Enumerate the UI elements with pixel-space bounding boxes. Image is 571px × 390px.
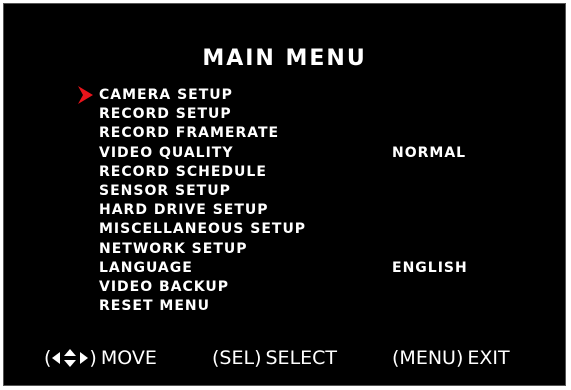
menu-item-label: RECORD FRAMERATE	[99, 125, 280, 142]
selection-cursor-icon	[78, 86, 93, 104]
menu-item-label: MISCELLANEOUS SETUP	[99, 221, 307, 238]
menu-item-video-quality[interactable]: VIDEO QUALITY NORMAL	[99, 144, 465, 163]
move-hint: ( ) MOVE	[44, 347, 157, 369]
menu-item-label: RECORD SETUP	[99, 106, 232, 123]
select-hint: (SEL) SELECT	[212, 347, 338, 369]
menu-item-label: NETWORK SETUP	[99, 240, 248, 257]
menu-item-record-setup[interactable]: RECORD SETUP	[99, 105, 306, 124]
page-title: MAIN MENU	[202, 46, 367, 71]
menu-item-camera-setup[interactable]: CAMERA SETUP	[99, 86, 306, 105]
language-value: ENGLISH	[392, 259, 468, 276]
menu-item-network-setup[interactable]: NETWORK SETUP	[99, 240, 306, 259]
menu-item-label: LANGUAGE	[99, 259, 193, 276]
key-hints-bar: ( ) MOVE (SEL) SELECT (MENU) EXIT	[4, 346, 565, 370]
video-quality-value: NORMAL	[392, 144, 467, 161]
exit-label: EXIT	[467, 347, 510, 369]
direction-arrows-icon	[52, 349, 89, 367]
menu-item-record-framerate[interactable]: RECORD FRAMERATE	[99, 124, 306, 143]
menu-item-label: VIDEO QUALITY	[99, 144, 234, 161]
menu-item-hard-drive-setup[interactable]: HARD DRIVE SETUP	[99, 201, 306, 220]
sel-key-label: SEL	[219, 347, 255, 369]
menu-item-miscellaneous-setup[interactable]: MISCELLANEOUS SETUP	[99, 220, 306, 239]
menu-item-sensor-setup[interactable]: SENSOR SETUP	[99, 182, 306, 201]
menu-item-label: VIDEO BACKUP	[99, 278, 230, 295]
menu-item-label: RECORD SCHEDULE	[99, 163, 267, 180]
menu-item-label: HARD DRIVE SETUP	[99, 202, 269, 219]
menu-item-language[interactable]: LANGUAGE ENGLISH	[99, 259, 467, 278]
move-label: MOVE	[100, 347, 157, 369]
menu-item-label: RESET MENU	[99, 298, 210, 315]
menu-item-label: SENSOR SETUP	[99, 182, 231, 199]
select-label: SELECT	[265, 347, 338, 369]
menu-item-label: CAMERA SETUP	[99, 87, 233, 103]
osd-screen: MAIN MENU CAMERA SETUP RECORD SETUP RECO…	[3, 3, 566, 386]
menu-item-reset-menu[interactable]: RESET MENU	[99, 297, 306, 316]
main-menu-list: CAMERA SETUP RECORD SETUP RECORD FRAMERA…	[99, 86, 467, 316]
menu-item-video-backup[interactable]: VIDEO BACKUP	[99, 278, 306, 297]
menu-key-label: MENU	[399, 347, 456, 369]
exit-hint: (MENU) EXIT	[392, 347, 510, 369]
menu-item-record-schedule[interactable]: RECORD SCHEDULE	[99, 163, 306, 182]
